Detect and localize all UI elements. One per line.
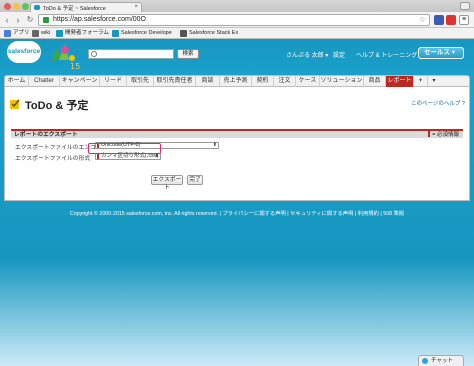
bookmark-sf-developers[interactable]: Salesforce Develope: [112, 29, 172, 38]
app-menu-button[interactable]: セールス ▾: [418, 47, 464, 59]
salesforce-favicon-icon: [34, 5, 40, 10]
tab-close-icon[interactable]: ×: [134, 4, 138, 10]
tab-leads[interactable]: リード: [100, 76, 127, 87]
bookmark-star-icon[interactable]: ☆: [419, 15, 426, 25]
required-marker-icon: [97, 154, 99, 159]
extension-icon[interactable]: [446, 15, 456, 25]
format-select[interactable]: カンマ区切り形式(.csv) ⬍: [95, 153, 161, 160]
reload-icon[interactable]: ↻: [25, 15, 35, 25]
section-header: レポートのエクスポート = 必須情報: [11, 129, 463, 138]
tab-solutions[interactable]: ソリューション: [320, 76, 364, 87]
section-title: レポートのエクスポート: [14, 132, 78, 138]
zoom-window-button[interactable]: [22, 3, 29, 10]
encoding-label: エクスポートファイルのエンコード: [15, 145, 108, 151]
tab-accounts[interactable]: 取引先: [127, 76, 154, 87]
tab-products[interactable]: 商品: [364, 76, 386, 87]
anniversary-mascot-icon: 15: [51, 44, 80, 70]
close-window-button[interactable]: [4, 3, 11, 10]
page-help-link[interactable]: このページのヘルプ ?: [411, 99, 465, 107]
search-icon: [91, 51, 97, 57]
extension-icon[interactable]: [434, 15, 444, 25]
highlight-annotation: [88, 143, 161, 154]
bookmark-dev-forum[interactable]: 開発者フォーラム: [56, 29, 109, 38]
back-icon[interactable]: ‹: [2, 15, 12, 25]
search-input[interactable]: [88, 49, 174, 59]
tab-home[interactable]: ホーム: [5, 76, 29, 87]
tab-campaigns[interactable]: キャンペーン: [60, 76, 100, 87]
main-content: ToDo & 予定 このページのヘルプ ? レポートのエクスポート = 必須情報…: [4, 87, 470, 201]
select-arrows-icon: ⬍: [212, 142, 217, 148]
tab-bar: ホーム Chatter キャンペーン リード 取引先 取引先責任者 商談 売上予…: [4, 75, 470, 87]
forward-icon[interactable]: ›: [13, 15, 23, 25]
fullscreen-icon[interactable]: [460, 2, 470, 10]
salesforce-page: salesforce 15 検索 さんぷる 太郎 ▾ 設定 ヘルプ & トレーニ…: [0, 39, 474, 366]
user-menu[interactable]: さんぷる 太郎 ▾: [286, 50, 328, 59]
address-bar[interactable]: https://ap.salesforce.com/00O ☆: [38, 14, 430, 26]
bookmark-apps[interactable]: アプリ: [4, 29, 30, 38]
svg-text:15: 15: [70, 62, 80, 70]
tab-orders[interactable]: 注文: [274, 76, 296, 87]
bookmarks-bar: アプリ wiki 開発者フォーラム Salesforce Develope Sa…: [0, 28, 474, 39]
menu-icon[interactable]: ≡: [459, 15, 469, 25]
page-title: ToDo & 予定: [25, 100, 89, 112]
tab-cases[interactable]: ケース: [296, 76, 320, 87]
tab-contacts[interactable]: 取引先責任者: [154, 76, 196, 87]
bookmark-wiki[interactable]: wiki: [32, 29, 50, 38]
salesforce-icon: [56, 30, 63, 37]
wiki-icon: [32, 30, 39, 37]
tab-forecasts[interactable]: 売上予測: [220, 76, 252, 87]
chat-button[interactable]: チャット: [418, 355, 464, 366]
salesforce-icon: [112, 30, 119, 37]
required-legend: = 必須情報: [428, 131, 459, 139]
chat-label: チャット: [431, 358, 453, 364]
lock-icon: [43, 17, 49, 23]
browser-tab[interactable]: ToDo & 予定 ~ Salesforce ×: [30, 2, 142, 12]
tab-chatter[interactable]: Chatter: [29, 76, 60, 87]
setup-link[interactable]: 設定: [333, 50, 345, 59]
salesforce-logo[interactable]: salesforce: [7, 41, 41, 63]
browser-titlebar: ToDo & 予定 ~ Salesforce ×: [0, 0, 474, 12]
required-marker-icon: [428, 131, 431, 137]
tab-contracts[interactable]: 契約: [252, 76, 274, 87]
export-button[interactable]: エクスポート: [151, 175, 183, 191]
tab-add-icon[interactable]: +: [414, 76, 428, 87]
sf-header: salesforce 15 検索 さんぷる 太郎 ▾ 設定 ヘルプ & トレーニ…: [0, 39, 474, 75]
tab-more-icon[interactable]: ▾: [428, 76, 440, 87]
help-training-link[interactable]: ヘルプ & トレーニング: [356, 50, 417, 59]
search-button[interactable]: 検索: [177, 49, 199, 59]
todo-event-icon: [10, 99, 20, 109]
tab-reports[interactable]: レポート: [386, 76, 414, 87]
url-text: https://ap.salesforce.com/00O: [53, 16, 146, 23]
apps-icon: [4, 30, 11, 37]
stack-exchange-icon: [180, 30, 187, 37]
select-arrows-icon: ⬍: [154, 153, 159, 159]
bookmark-sf-stack-exchange[interactable]: Salesforce Stack Ex: [180, 29, 238, 38]
chat-icon: [422, 358, 428, 364]
done-button[interactable]: 完了: [187, 175, 203, 185]
minimize-window-button[interactable]: [13, 3, 20, 10]
tab-opportunities[interactable]: 商談: [196, 76, 220, 87]
format-label: エクスポートファイルの形式: [15, 156, 91, 162]
footer: Copyright © 2000-2015 salesforce.com, in…: [69, 211, 405, 217]
browser-toolbar: ‹ › ↻ https://ap.salesforce.com/00O ☆ ≡: [0, 12, 474, 28]
